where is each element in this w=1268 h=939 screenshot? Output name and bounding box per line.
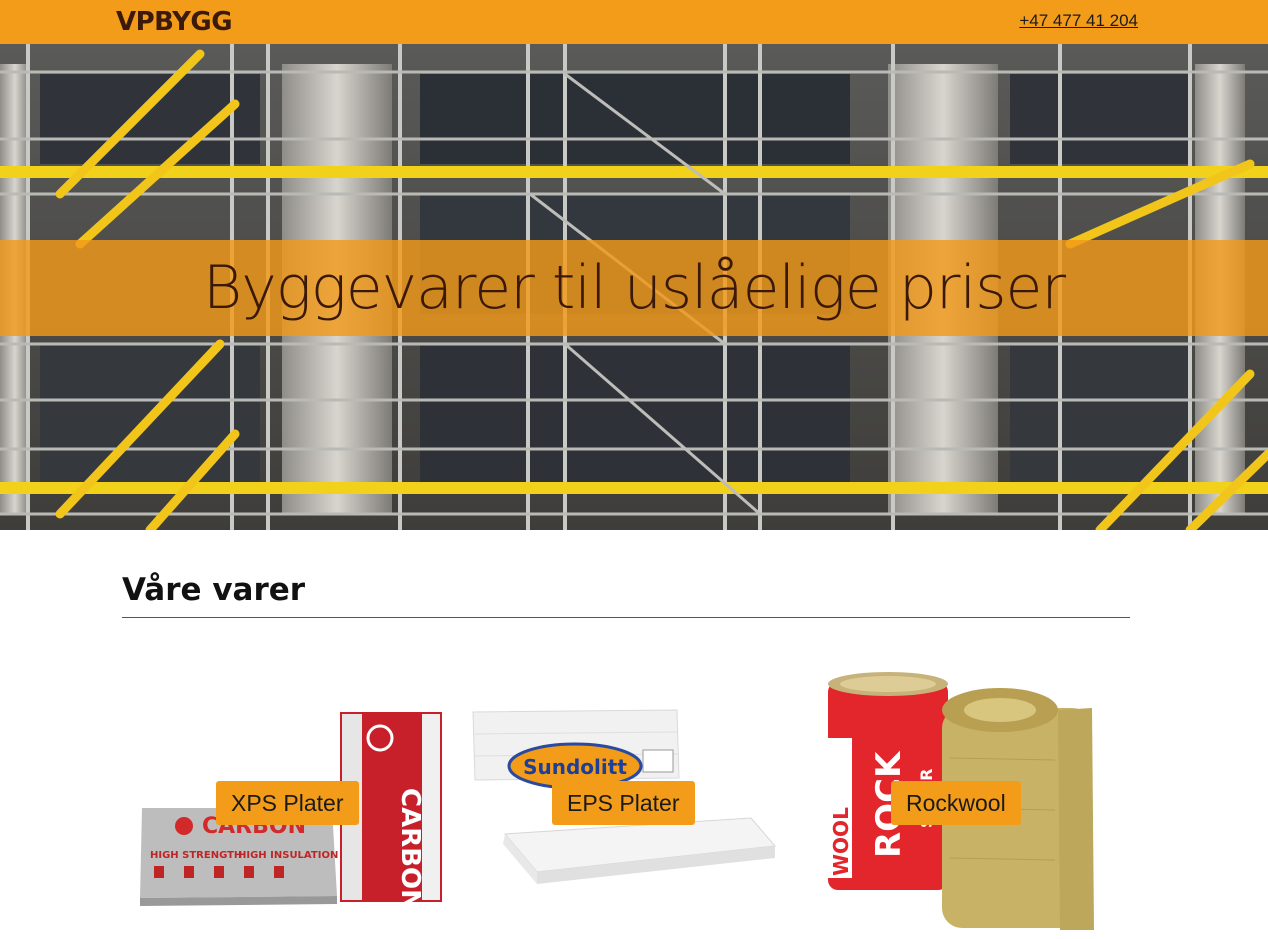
product-label-rockwool[interactable]: Rockwool bbox=[891, 781, 1021, 825]
xps-insulation-text: HIGH INSULATION bbox=[238, 850, 338, 861]
phone-link[interactable]: +47 477 41 204 bbox=[1019, 9, 1138, 33]
eps-brand-sundolitt: Sundolitt bbox=[523, 755, 627, 779]
product-label-eps[interactable]: EPS Plater bbox=[552, 781, 695, 825]
xps-brand-carbon-vertical: CARBON bbox=[395, 788, 425, 911]
top-bar: VPBYGG +47 477 41 204 bbox=[0, 0, 1268, 44]
product-card-rockwool[interactable]: WOOL ROCK SUPER Rockwool bbox=[820, 668, 1140, 938]
products-section-title: Våre varer bbox=[122, 572, 306, 608]
section-divider bbox=[122, 617, 1130, 618]
product-card-xps[interactable]: CARBON CARBON HIGH STRENGTH HIGH INSULAT… bbox=[132, 668, 452, 938]
hero-banner: Byggevarer til uslåelige priser bbox=[0, 44, 1268, 530]
xps-strength-text: HIGH STRENGTH bbox=[150, 850, 242, 861]
rockwool-brand-wool-vertical: WOOL bbox=[829, 807, 853, 876]
product-card-eps[interactable]: Sundolitt EPS Plater bbox=[465, 668, 785, 938]
site-logo[interactable]: VPBYGG bbox=[116, 6, 233, 38]
hero-title: Byggevarer til uslåelige priser bbox=[202, 253, 1066, 323]
product-label-xps[interactable]: XPS Plater bbox=[216, 781, 359, 825]
